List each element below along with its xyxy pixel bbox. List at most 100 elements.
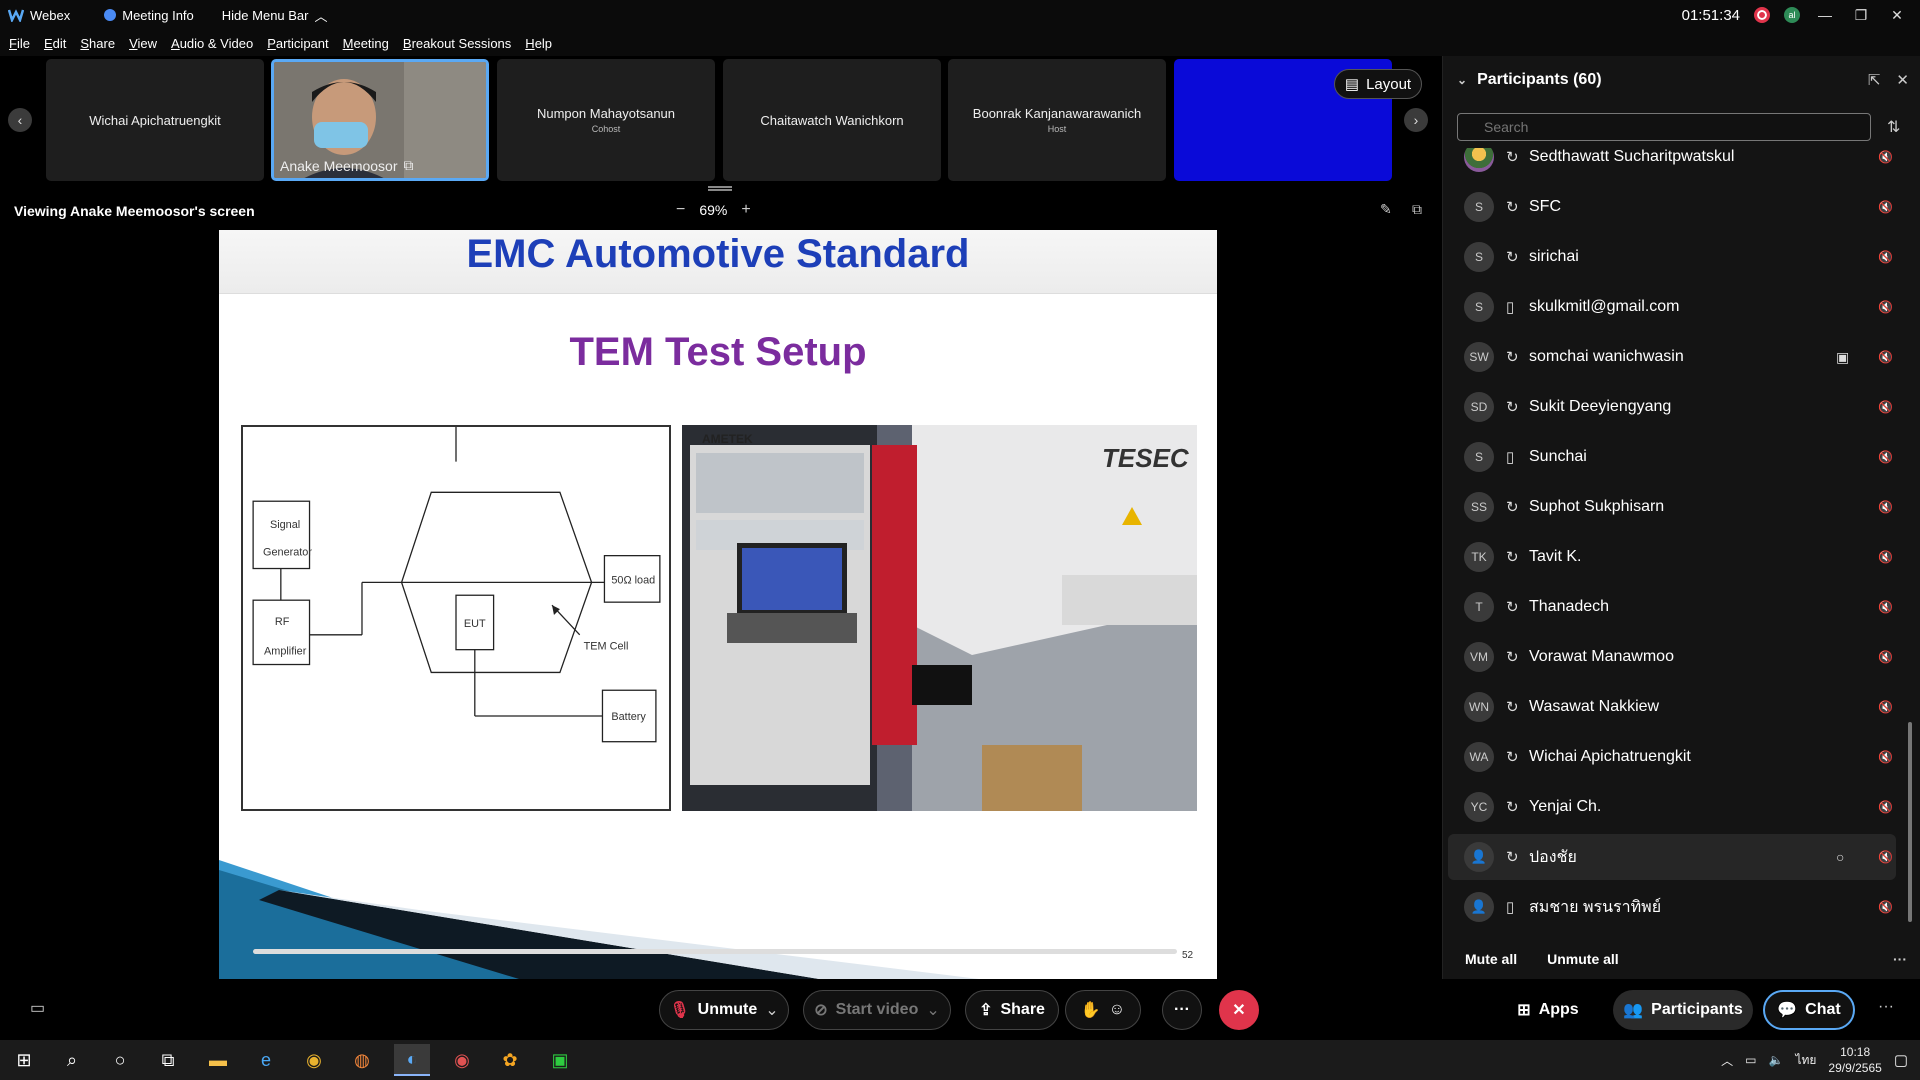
hide-menu-bar-button[interactable]: Hide Menu Bar ︿	[222, 6, 328, 25]
mute-all-button[interactable]: Mute all	[1465, 951, 1517, 967]
mic-muted-icon[interactable]: 🔇	[1878, 400, 1893, 414]
participant-row[interactable]: S ↻ sirichai 🔇	[1448, 234, 1896, 280]
participant-row[interactable]: SW ↻ somchai wanichwasin ▣ 🔇	[1448, 334, 1896, 380]
mic-muted-icon[interactable]: 🔇	[1878, 150, 1893, 164]
participant-row[interactable]: ↻ Sedthawatt Sucharitpwatskul 🔇	[1448, 148, 1896, 180]
line-icon[interactable]: ▣	[542, 1044, 578, 1076]
clock[interactable]: 10:18 29/9/2565	[1828, 1044, 1881, 1076]
notifications-icon[interactable]: ▢	[1894, 1051, 1908, 1069]
mic-muted-icon[interactable]: 🔇	[1878, 650, 1893, 664]
zoom-out-icon[interactable]: −	[676, 201, 685, 219]
strip-resize-handle[interactable]	[708, 186, 732, 191]
participant-row[interactable]: 👤 ▯ สมชาย พรนราทิพย์ 🔇	[1448, 884, 1896, 930]
mic-muted-icon[interactable]: 🔇	[1878, 500, 1893, 514]
close-window-icon[interactable]: ✕	[1886, 7, 1908, 24]
layout-button[interactable]: ▤ Layout	[1334, 69, 1422, 99]
reactions-icon[interactable]: ☺	[1109, 1001, 1125, 1019]
menu-breakout[interactable]: Breakout Sessions	[403, 36, 511, 51]
participant-row[interactable]: WA ↻ Wichai Apichatruengkit 🔇	[1448, 734, 1896, 780]
video-tile[interactable]: Boonrak Kanjanawarawanich Host	[948, 59, 1166, 181]
participant-row[interactable]: TK ↻ Tavit K. 🔇	[1448, 534, 1896, 580]
participant-row[interactable]: S ↻ SFC 🔇	[1448, 184, 1896, 230]
mic-muted-icon[interactable]: 🔇	[1878, 800, 1893, 814]
apps-button[interactable]: ⊞ Apps	[1508, 990, 1588, 1030]
menu-file[interactable]: File	[9, 36, 30, 51]
mic-muted-icon[interactable]: 🔇	[1878, 850, 1893, 864]
edge-icon[interactable]: e	[248, 1044, 284, 1076]
leave-meeting-button[interactable]: ✕	[1219, 990, 1259, 1030]
video-icon[interactable]: ▣	[1836, 349, 1849, 366]
menu-participant[interactable]: Participant	[267, 36, 328, 51]
video-tile[interactable]: Chaitawatch Wanichkorn	[723, 59, 941, 181]
participant-row[interactable]: SD ↻ Sukit Deeyiengyang 🔇	[1448, 384, 1896, 430]
unmute-all-button[interactable]: Unmute all	[1547, 951, 1619, 967]
chrome-icon[interactable]: ◉	[296, 1044, 332, 1076]
mic-muted-icon[interactable]: 🔇	[1878, 350, 1893, 364]
meeting-info-button[interactable]: Meeting Info	[104, 8, 194, 23]
popout-icon[interactable]: ⇱	[1868, 71, 1881, 89]
participant-row[interactable]: YC ↻ Yenjai Ch. 🔇	[1448, 784, 1896, 830]
mic-muted-icon[interactable]: 🔇	[1878, 450, 1893, 464]
panel-scrollbar[interactable]	[1908, 152, 1914, 932]
mic-muted-icon[interactable]: 🔇	[1878, 750, 1893, 764]
participant-row[interactable]: S ▯ skulkmitl@gmail.com 🔇	[1448, 284, 1896, 330]
app-icon[interactable]: ✿	[492, 1044, 528, 1076]
mic-muted-icon[interactable]: 🔇	[1878, 250, 1893, 264]
language-indicator[interactable]: ไทย	[1795, 1051, 1816, 1070]
mic-muted-icon[interactable]: 🔇	[1878, 550, 1893, 564]
video-tile[interactable]: Numpon Mahayotsanun Cohost	[497, 59, 715, 181]
strip-next-icon[interactable]: ›	[1404, 108, 1428, 132]
minimize-icon[interactable]: —	[1814, 7, 1836, 23]
raise-hand-icon[interactable]: ✋	[1081, 1000, 1101, 1020]
reactions-group[interactable]: ✋ ☺	[1065, 990, 1141, 1030]
participant-row[interactable]: VM ↻ Vorawat Manawmoo 🔇	[1448, 634, 1896, 680]
participants-button[interactable]: 👥 Participants	[1613, 990, 1753, 1030]
mic-muted-icon[interactable]: 🔇	[1878, 200, 1893, 214]
menu-edit[interactable]: Edit	[44, 36, 66, 51]
close-panel-icon[interactable]: ✕	[1896, 71, 1909, 89]
annotate-icon[interactable]: ✎	[1380, 201, 1392, 218]
more-options-icon[interactable]: ···	[1893, 951, 1907, 967]
menu-meeting[interactable]: Meeting	[343, 36, 389, 51]
menu-view[interactable]: View	[129, 36, 157, 51]
captions-icon[interactable]: ▭	[30, 998, 45, 1018]
sort-icon[interactable]: ⇅	[1887, 117, 1900, 137]
strip-prev-icon[interactable]: ‹	[8, 108, 32, 132]
zoom-in-icon[interactable]: +	[741, 201, 750, 219]
participant-row[interactable]: WN ↻ Wasawat Nakkiew 🔇	[1448, 684, 1896, 730]
mic-muted-icon[interactable]: 🔇	[1878, 300, 1893, 314]
webex-icon[interactable]: ◐	[394, 1044, 430, 1076]
menu-share[interactable]: Share	[80, 36, 115, 51]
task-view-icon[interactable]: ⧉	[150, 1044, 186, 1076]
participant-row[interactable]: 👤 ↻ ปองชัย ○ 🔇	[1448, 834, 1896, 880]
mic-muted-icon[interactable]: 🔇	[1878, 700, 1893, 714]
mic-muted-icon[interactable]: 🔇	[1878, 600, 1893, 614]
participant-row[interactable]: T ↻ Thanadech 🔇	[1448, 584, 1896, 630]
chevron-down-icon[interactable]: ⌄	[765, 1000, 778, 1020]
status-icon[interactable]: al	[1784, 7, 1800, 23]
recording-icon[interactable]	[1754, 7, 1770, 23]
chrome-profile-icon[interactable]: ◉	[444, 1044, 480, 1076]
scrollbar-thumb[interactable]	[1908, 722, 1912, 922]
menu-audio-video[interactable]: Audio & Video	[171, 36, 253, 51]
more-options-icon[interactable]: ···	[1878, 998, 1894, 1016]
search-icon[interactable]: ⌕	[54, 1044, 90, 1076]
search-input[interactable]	[1457, 113, 1871, 141]
start-video-button[interactable]: ⊘ Start video ⌄	[803, 990, 951, 1030]
mic-muted-icon[interactable]: 🔇	[1878, 900, 1893, 914]
unmute-button[interactable]: 🎙 Unmute ⌄	[659, 990, 789, 1030]
volume-icon[interactable]: 🔈	[1768, 1053, 1783, 1067]
participant-row[interactable]: SS ↻ Suphot Sukphisarn 🔇	[1448, 484, 1896, 530]
firefox-icon[interactable]: ◍	[344, 1044, 380, 1076]
file-explorer-icon[interactable]: ▬	[200, 1044, 236, 1076]
popout-share-icon[interactable]: ⧉	[1412, 201, 1422, 218]
restore-icon[interactable]: ❐	[1850, 7, 1872, 24]
chat-button[interactable]: 💬 Chat	[1763, 990, 1855, 1030]
tray-chevron-icon[interactable]: ︿	[1721, 1052, 1733, 1069]
cortana-icon[interactable]: ○	[102, 1044, 138, 1076]
video-tile[interactable]: Wichai Apichatruengkit	[46, 59, 264, 181]
participant-row[interactable]: S ▯ Sunchai 🔇	[1448, 434, 1896, 480]
chevron-down-icon[interactable]: ⌄	[926, 1000, 939, 1020]
chevron-down-icon[interactable]: ⌄	[1457, 73, 1467, 87]
menu-help[interactable]: Help	[525, 36, 552, 51]
